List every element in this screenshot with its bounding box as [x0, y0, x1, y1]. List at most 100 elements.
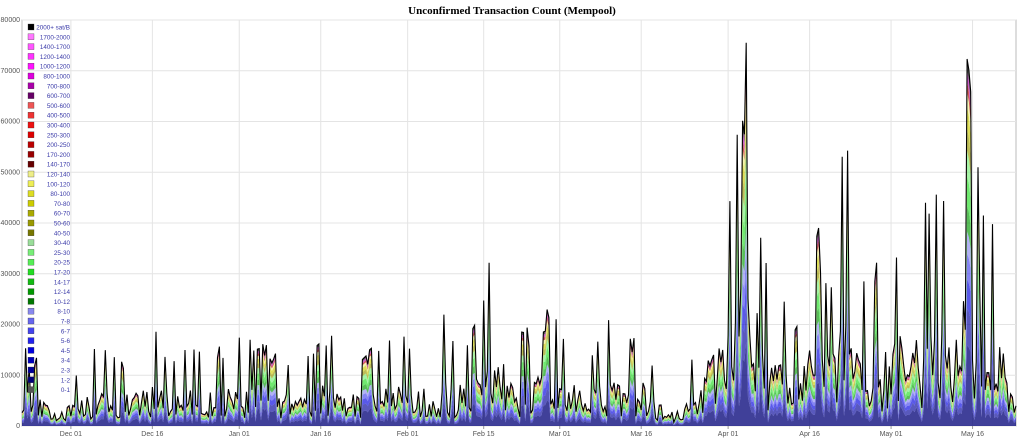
y-tick-label: 0 — [16, 423, 20, 430]
legend-label: 250-300 — [47, 132, 71, 139]
legend-label: 60-70 — [54, 211, 71, 218]
legend-label: 200-250 — [47, 142, 71, 149]
legend-label: 70-80 — [54, 201, 71, 208]
legend-swatch — [27, 53, 35, 60]
mempool-chart: Unconfirmed Transaction Count (Mempool) … — [0, 0, 1024, 439]
x-tick-label: Jan 01 — [229, 431, 250, 438]
legend-swatch — [27, 347, 35, 354]
legend-label: 300-400 — [47, 123, 71, 130]
legend-swatch — [27, 200, 35, 207]
legend-swatch — [27, 82, 35, 89]
x-tick-label: Feb 15 — [473, 431, 495, 438]
legend-swatch — [27, 92, 35, 99]
legend-label: 140-170 — [47, 162, 71, 169]
legend-swatch — [27, 366, 35, 374]
legend-label: 3-4 — [61, 358, 71, 365]
legend-label: 1-2 — [61, 377, 71, 384]
legend-swatch — [27, 131, 35, 138]
legend-label: 80-100 — [50, 191, 70, 198]
legend-swatch — [27, 141, 35, 148]
legend-swatch — [27, 278, 35, 285]
legend-label: 1000-1200 — [40, 64, 71, 71]
legend-label: 4-5 — [61, 348, 71, 355]
x-tick-label: May 16 — [961, 431, 984, 438]
legend-label: 2000+ sat/B — [36, 25, 70, 32]
legend-swatch — [27, 33, 35, 40]
y-tick-label: 70000 — [1, 68, 21, 75]
legend-swatch — [27, 180, 35, 187]
legend-swatch — [27, 151, 35, 158]
grid-lines — [21, 19, 1017, 427]
legend-label: 1400-1700 — [40, 44, 71, 51]
legend-label: 1700-2000 — [40, 34, 71, 41]
legend-swatch — [27, 376, 35, 383]
legend-swatch — [27, 102, 35, 109]
legend-label: 30-40 — [54, 240, 71, 247]
y-tick-label: 20000 — [1, 322, 21, 329]
x-tick-label: Apr 01 — [718, 431, 739, 438]
legend-swatch — [27, 317, 35, 325]
legend-swatch — [27, 386, 35, 393]
x-tick-label: Mar 01 — [549, 431, 571, 438]
x-tick-label: Mar 16 — [630, 431, 652, 438]
x-tick-label: Dec 01 — [60, 431, 82, 438]
legend-label: 20-25 — [54, 260, 71, 267]
y-tick-label: 40000 — [1, 220, 21, 227]
legend-label: 10-12 — [54, 299, 71, 306]
legend-swatch — [27, 229, 35, 236]
legend-swatch — [27, 23, 35, 31]
legend-label: 100-120 — [47, 181, 71, 188]
legend-label: 7-8 — [61, 319, 71, 326]
legend-label: 500-600 — [47, 103, 71, 110]
legend-label: 0-1 — [61, 387, 71, 394]
legend-label: 40-50 — [54, 230, 71, 237]
x-tick-label: Dec 16 — [141, 431, 163, 438]
legend-label: 170-200 — [47, 152, 71, 159]
legend-label: 17-20 — [54, 270, 71, 277]
x-tick-label: Feb 01 — [397, 431, 419, 438]
legend-swatch — [27, 63, 35, 70]
legend-swatch — [27, 298, 35, 305]
legend-swatch — [27, 210, 35, 217]
y-tick-label: 60000 — [1, 119, 21, 126]
legend-label: 8-10 — [57, 309, 70, 316]
legend-swatch — [27, 112, 35, 119]
x-tick-label: May 01 — [880, 431, 903, 438]
legend-swatch — [27, 308, 35, 315]
legend-label: 120-140 — [47, 172, 71, 179]
legend-swatch — [27, 72, 35, 80]
legend-label: 50-60 — [54, 221, 71, 228]
y-tick-label: 30000 — [1, 271, 21, 278]
legend-label: 25-30 — [54, 250, 71, 257]
legend-label: 2-3 — [61, 368, 71, 375]
legend-label: 400-500 — [47, 113, 71, 120]
legend-label: 14-17 — [54, 279, 71, 286]
legend-swatch — [27, 239, 35, 246]
legend-label: 800-1000 — [43, 74, 70, 81]
legend-swatch — [27, 219, 35, 227]
legend-swatch — [27, 327, 35, 334]
y-tick-label: 50000 — [1, 169, 21, 176]
legend-swatch — [27, 43, 35, 50]
legend-swatch — [27, 121, 35, 129]
legend-swatch — [27, 268, 35, 276]
x-tick-label: Apr 16 — [799, 431, 820, 438]
legend-label: 600-700 — [47, 93, 71, 100]
y-tick-label: 10000 — [1, 372, 21, 379]
chart-svg: Unconfirmed Transaction Count (Mempool) … — [1, 5, 1017, 438]
legend-swatch — [27, 337, 35, 344]
legend-label: 700-800 — [47, 83, 71, 90]
legend-swatch — [27, 161, 35, 168]
legend-label: 12-14 — [54, 289, 71, 296]
chart-title: Unconfirmed Transaction Count (Mempool) — [408, 5, 616, 17]
legend-swatch — [27, 190, 35, 197]
legend-label: 5-6 — [61, 338, 71, 345]
y-tick-label: 80000 — [1, 17, 21, 24]
legend-swatch — [27, 259, 35, 266]
x-tick-label: Jan 16 — [310, 431, 331, 438]
legend-swatch — [27, 170, 35, 178]
legend-label: 6-7 — [61, 328, 71, 335]
legend-label: 1200-1400 — [40, 54, 71, 61]
legend-swatch — [27, 249, 35, 256]
legend-swatch — [27, 357, 35, 364]
